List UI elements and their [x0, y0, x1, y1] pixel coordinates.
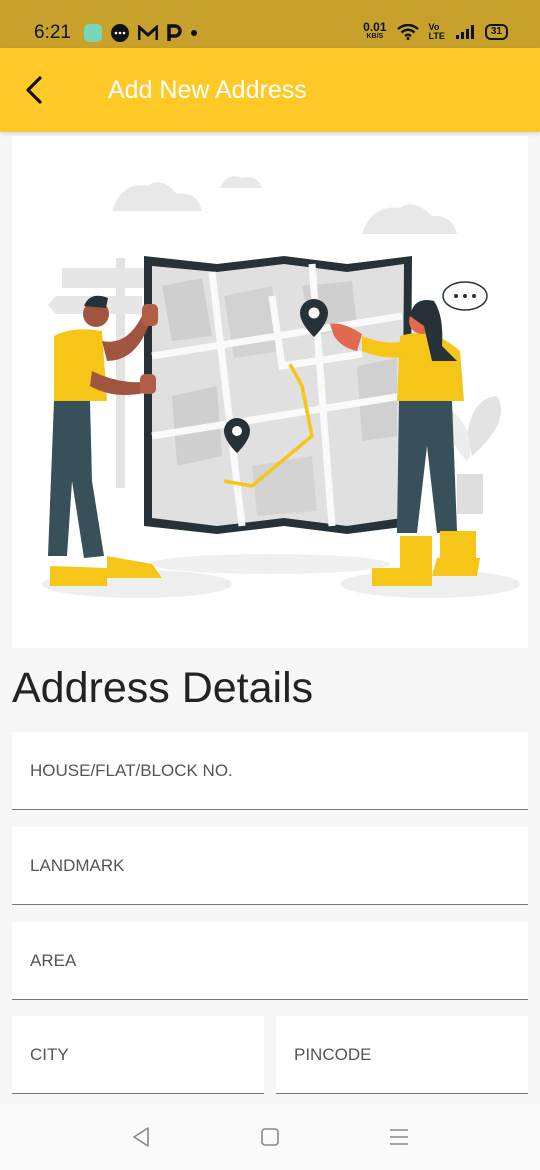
system-indicators: 0.01 KB/S Vo LTE 31 — [363, 20, 508, 42]
status-time: 6:21 — [34, 22, 71, 43]
page-title: Add New Address — [108, 76, 307, 104]
house-field — [12, 732, 528, 810]
notification-icons — [84, 23, 198, 43]
area-input[interactable] — [12, 922, 528, 999]
house-input[interactable] — [12, 732, 528, 809]
address-details-heading: Address Details — [12, 664, 314, 712]
chevron-left-icon[interactable] — [18, 72, 54, 108]
landmark-field — [12, 827, 528, 905]
illustration-card — [12, 136, 528, 648]
message-app-icon — [84, 24, 102, 42]
status-bar: 6:21 0.01 KB/S Vo LTE 31 — [0, 0, 540, 48]
city-input[interactable] — [12, 1016, 264, 1093]
wifi-icon — [396, 24, 419, 40]
area-field — [12, 922, 528, 1000]
map-people-illustration — [42, 176, 520, 598]
nav-home-icon[interactable] — [257, 1124, 283, 1150]
gmail-icon — [138, 25, 158, 40]
chat-icon — [111, 24, 129, 42]
city-field — [12, 1016, 264, 1094]
volte-indicator: Vo LTE — [428, 22, 445, 41]
landmark-input[interactable] — [12, 827, 528, 904]
app-bar: Add New Address — [0, 48, 540, 132]
system-nav-bar — [0, 1104, 540, 1170]
signal-icon — [455, 25, 474, 39]
pincode-input[interactable] — [276, 1016, 528, 1093]
nav-back-icon[interactable] — [128, 1124, 154, 1150]
battery-icon: 31 — [484, 24, 508, 40]
nav-menu-icon[interactable] — [386, 1124, 412, 1150]
dot-icon — [191, 30, 197, 36]
net-speed: 0.01 KB/S — [363, 20, 387, 40]
pincode-field — [276, 1016, 528, 1094]
paytm-icon — [167, 24, 182, 41]
